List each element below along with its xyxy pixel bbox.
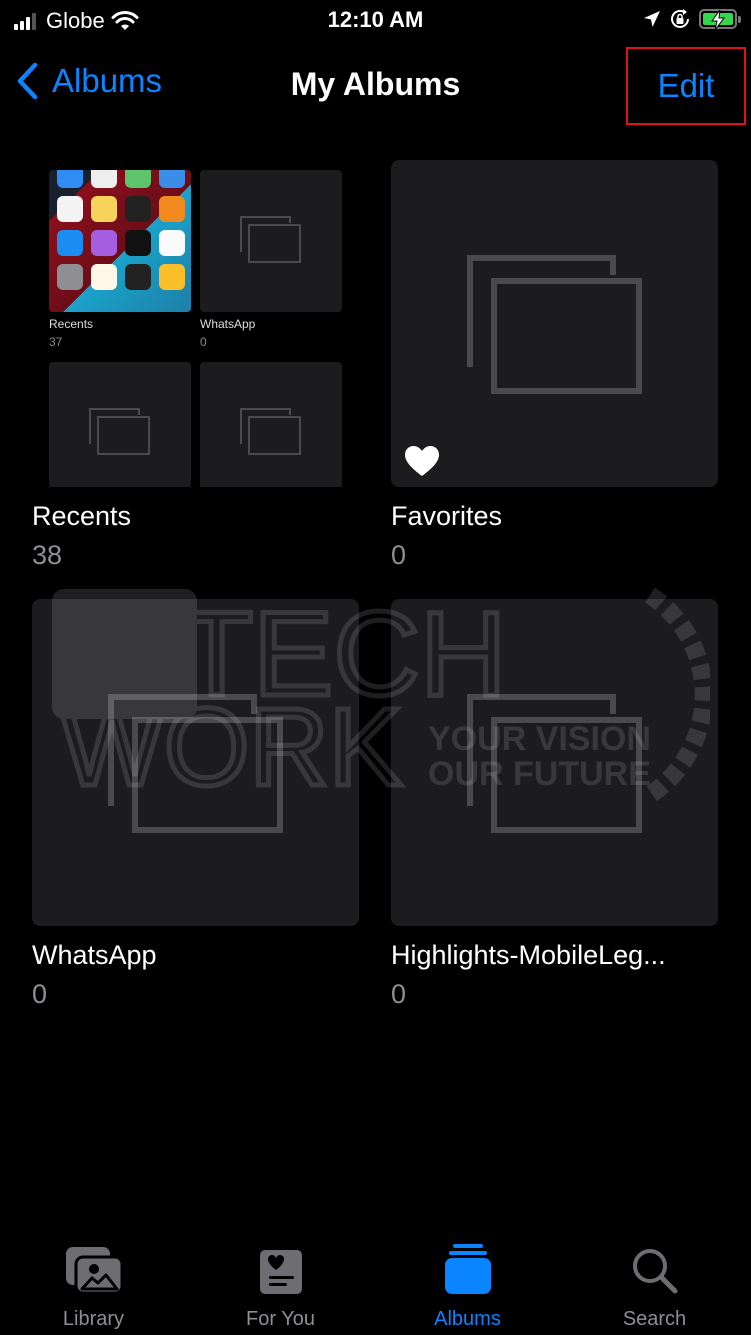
album-count: 0: [391, 540, 407, 570]
album-whatsapp[interactable]: WhatsApp 0: [32, 599, 359, 1010]
mosaic-recents-title: Recents: [49, 317, 94, 331]
album-highlights[interactable]: Highlights-MobileLeg... 0: [391, 599, 718, 1010]
status-bar: Globe 12:10 AM: [0, 0, 751, 42]
battery-charging-icon: [699, 9, 741, 30]
album-count: 38: [32, 540, 63, 570]
tab-label: For You: [246, 1308, 315, 1330]
album-thumbnail[interactable]: [391, 599, 718, 926]
album-count: 0: [32, 979, 48, 1009]
rotation-lock-icon: [671, 9, 689, 28]
mosaic-recents-count: 37: [49, 335, 63, 349]
for-you-icon: [259, 1250, 302, 1294]
album-thumbnail[interactable]: [32, 599, 359, 926]
album-count: 0: [391, 979, 407, 1009]
status-time: 12:10 AM: [327, 7, 424, 32]
mosaic-whatsapp-title: WhatsApp: [200, 317, 256, 331]
album-placeholder-icon: [240, 408, 301, 455]
mosaic-whatsapp-thumb: [200, 170, 342, 312]
mosaic-whatsapp-count: 0: [200, 335, 207, 349]
edit-button[interactable]: Edit: [626, 47, 746, 125]
home-screen-screenshot: [49, 170, 191, 312]
location-icon: [644, 11, 660, 27]
tab-bar: Library For You Albums Search: [0, 1235, 751, 1335]
mosaic-thumb-4: [200, 362, 342, 487]
library-icon: [65, 1247, 123, 1295]
album-title: Highlights-MobileLeg...: [391, 940, 666, 970]
album-placeholder-icon: [240, 216, 301, 263]
album-thumbnail[interactable]: [391, 160, 718, 487]
album-thumbnail[interactable]: Recents 37 WhatsApp 0: [32, 160, 359, 487]
navigation-bar: Albums My Albums Edit: [0, 42, 751, 130]
mosaic-thumb-3: [49, 362, 191, 487]
album-placeholder-icon: [108, 694, 283, 833]
tab-search[interactable]: Search: [561, 1235, 748, 1335]
albums-icon: [444, 1244, 491, 1294]
album-title: WhatsApp: [32, 940, 157, 970]
tab-label: Albums: [434, 1308, 501, 1330]
search-icon: [632, 1249, 677, 1294]
tab-library[interactable]: Library: [0, 1235, 187, 1335]
album-recents[interactable]: Recents 37 WhatsApp 0 Recents 38: [32, 160, 359, 571]
album-placeholder-icon: [467, 255, 642, 394]
album-title: Recents: [32, 501, 132, 531]
heart-icon: [405, 446, 439, 476]
tab-label: Search: [622, 1308, 687, 1330]
tab-label: Library: [62, 1308, 125, 1330]
status-right: [643, 8, 741, 30]
edit-button-label: Edit: [657, 67, 715, 104]
tab-albums[interactable]: Albums: [374, 1235, 561, 1335]
tab-for-you[interactable]: For You: [187, 1235, 374, 1335]
album-placeholder-icon: [467, 694, 642, 833]
album-favorites[interactable]: Favorites 0: [391, 160, 718, 571]
album-title: Favorites: [391, 501, 503, 531]
album-placeholder-icon: [89, 408, 150, 455]
